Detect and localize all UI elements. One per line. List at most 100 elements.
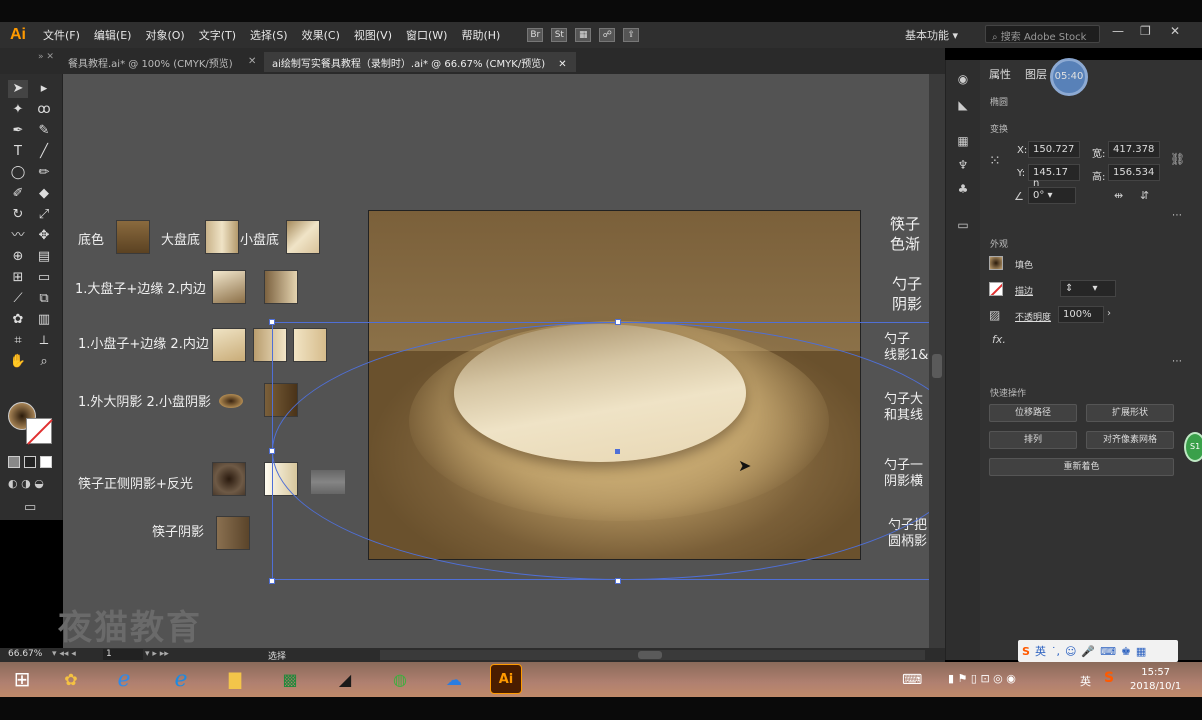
puppet-warp-tool-icon[interactable]: ✥	[34, 227, 54, 245]
baidu-netdisk-icon[interactable]: ☁	[438, 664, 470, 694]
swatch-small-plate-base[interactable]	[286, 220, 320, 254]
angle-field[interactable]: 0° ▾	[1028, 187, 1076, 204]
app-store-icon[interactable]: ✿	[55, 664, 87, 694]
stroke-weight-field[interactable]: ⇕ ▾	[1060, 280, 1116, 297]
recolor-button[interactable]: 重新着色	[989, 458, 1174, 476]
illustrator-taskbar-icon[interactable]: Ai	[490, 664, 522, 694]
swatch-large-plate-base[interactable]	[205, 220, 239, 254]
constrain-proportions-icon[interactable]: ⛓	[1170, 152, 1185, 166]
swatch-large-plate-inner[interactable]	[264, 270, 298, 304]
stock-icon[interactable]: St	[551, 28, 568, 42]
horizontal-scrollbar[interactable]	[380, 650, 925, 660]
type-tool-icon[interactable]: T	[8, 143, 28, 161]
ime-indicator[interactable]: 英	[1080, 673, 1091, 689]
ellipse-tool-icon[interactable]: ◯	[8, 164, 28, 182]
system-clock[interactable]: 15:57 2018/10/1	[1130, 666, 1181, 694]
swatch-large-plate-edge[interactable]	[212, 270, 246, 304]
line-tool-icon[interactable]: ╱	[34, 143, 54, 161]
expand-shape-button[interactable]: 扩展形状	[1086, 404, 1174, 422]
paintbrush-tool-icon[interactable]: ✏	[34, 164, 54, 182]
shaper-tool-icon[interactable]: ✐	[8, 185, 28, 203]
menu-edit[interactable]: 编辑(E)	[87, 27, 139, 43]
color-mode-icon[interactable]	[8, 456, 20, 468]
vertical-scrollbar[interactable]	[929, 74, 945, 648]
menu-file[interactable]: 文件(F)	[36, 27, 87, 43]
file-explorer-icon[interactable]: ▇	[219, 664, 251, 694]
green-app-icon[interactable]: ◍	[384, 664, 416, 694]
rotate-tool-icon[interactable]: ↻	[8, 206, 28, 224]
selection-handle[interactable]	[269, 448, 275, 454]
keyboard-icon[interactable]: ⌨	[902, 672, 922, 688]
keyboard-small-icon[interactable]: ⌨	[1100, 645, 1116, 658]
opacity-label[interactable]: 不透明度	[1015, 310, 1051, 323]
opacity-expand-icon[interactable]: ›	[1107, 308, 1111, 319]
eraser-tool-icon[interactable]: ◆	[34, 185, 54, 203]
menu-window[interactable]: 窗口(W)	[399, 27, 454, 43]
blend-tool-icon[interactable]: ⧉	[34, 290, 54, 308]
x-field[interactable]: 150.727	[1028, 141, 1080, 158]
perspective-grid-tool-icon[interactable]: ▤	[34, 248, 54, 266]
eyedropper-tool-icon[interactable]: ⟋	[8, 290, 28, 308]
zoom-dropdown-icon[interactable]: ▾ ◂◂ ◂	[52, 649, 76, 659]
curvature-tool-icon[interactable]: ✎	[34, 122, 54, 140]
arrange-documents-icon[interactable]: ▦	[575, 28, 592, 42]
artboard-number-field[interactable]: 1	[103, 649, 143, 660]
zoom-level[interactable]: 66.67%	[8, 649, 42, 659]
tab-document-1[interactable]: 餐具教程.ai* @ 100% (CMYK/预览)	[60, 52, 250, 72]
magic-wand-tool-icon[interactable]: ✦	[8, 101, 28, 119]
height-field[interactable]: 156.534	[1108, 164, 1160, 181]
voice-icon[interactable]: 🎤	[1081, 645, 1095, 658]
warp-tool-icon[interactable]: 〰	[8, 227, 28, 245]
swatch-small-plate-edge[interactable]	[212, 328, 246, 362]
slice-tool-icon[interactable]: ⟂	[34, 332, 54, 350]
tab-layers[interactable]: 图层	[1025, 66, 1047, 82]
flip-horizontal-icon[interactable]: ⇹	[1114, 189, 1123, 202]
zoom-tool-icon[interactable]: ⌕	[34, 353, 54, 371]
panel-collapse-icon[interactable]: » ✕	[38, 52, 54, 62]
arrange-button[interactable]: 排列	[989, 431, 1077, 449]
opacity-field[interactable]: 100%	[1058, 306, 1104, 323]
y-field[interactable]: 145.17 n	[1028, 164, 1080, 189]
gradient-panel-icon[interactable]: ◣	[955, 98, 971, 112]
bridge-icon[interactable]: Br	[527, 28, 544, 42]
tab-close-icon[interactable]: ✕	[558, 59, 566, 70]
symbol-sprayer-tool-icon[interactable]: ✿	[8, 311, 28, 329]
selection-handle[interactable]	[269, 578, 275, 584]
ime-mode-label[interactable]: 英	[1035, 643, 1046, 659]
color-guide-icon[interactable]: ◉	[955, 72, 971, 86]
menu-object[interactable]: 对象(O)	[138, 27, 191, 43]
restore-icon[interactable]: ❐	[1140, 24, 1151, 38]
browser-icon[interactable]: ℯ	[108, 664, 140, 694]
tab-document-2[interactable]: ai绘制写实餐具教程（录制时）.ai* @ 66.67% (CMYK/预览) ✕	[264, 52, 576, 72]
workspace-switcher[interactable]: 基本功能 ▾	[905, 27, 958, 43]
selection-handle[interactable]	[615, 578, 621, 584]
stroke-swatch[interactable]	[26, 418, 53, 445]
start-icon[interactable]: ⊞	[6, 664, 38, 694]
fill-color-swatch[interactable]	[989, 256, 1003, 270]
menu-help[interactable]: 帮助(H)	[454, 27, 507, 43]
direct-selection-tool-icon[interactable]: ▸	[34, 80, 54, 98]
scale-tool-icon[interactable]: ⤢	[34, 206, 54, 224]
draw-mode-icon[interactable]: ◐ ◑ ◒	[8, 477, 44, 490]
width-field[interactable]: 417.378	[1108, 141, 1160, 158]
artboard-tool-icon[interactable]: ⌗	[8, 332, 28, 350]
shape-builder-tool-icon[interactable]: ⊕	[8, 248, 28, 266]
mesh-tool-icon[interactable]: ⊞	[8, 269, 28, 287]
brushes-panel-icon[interactable]: ♆	[955, 158, 971, 172]
tab-close-icon[interactable]: ✕	[248, 56, 256, 67]
column-graph-tool-icon[interactable]: ▥	[34, 311, 54, 329]
hand-tool-icon[interactable]: ✋	[8, 353, 28, 371]
offset-path-button[interactable]: 位移路径	[989, 404, 1077, 422]
floating-badge[interactable]: S1	[1184, 432, 1202, 462]
minimize-icon[interactable]: —	[1112, 24, 1124, 38]
sogou-icon[interactable]: S	[1104, 670, 1114, 686]
swatch-small-plate-shadow[interactable]	[219, 394, 243, 408]
tray-icons[interactable]: ▮ ⚑ ▯ ⊡ ◎ ◉	[948, 672, 1016, 685]
share-icon[interactable]: ⇪	[623, 28, 640, 42]
more-options-icon[interactable]: ⋯	[1172, 210, 1182, 221]
menu-view[interactable]: 视图(V)	[347, 27, 399, 43]
tab-properties[interactable]: 属性	[989, 66, 1011, 82]
flip-vertical-icon[interactable]: ⇵	[1140, 189, 1149, 202]
pen-tool-icon[interactable]: ✒	[8, 122, 28, 140]
ime-toolbar[interactable]: S 英 ˙, ☺ 🎤 ⌨ ♚ ▦	[1018, 640, 1178, 662]
